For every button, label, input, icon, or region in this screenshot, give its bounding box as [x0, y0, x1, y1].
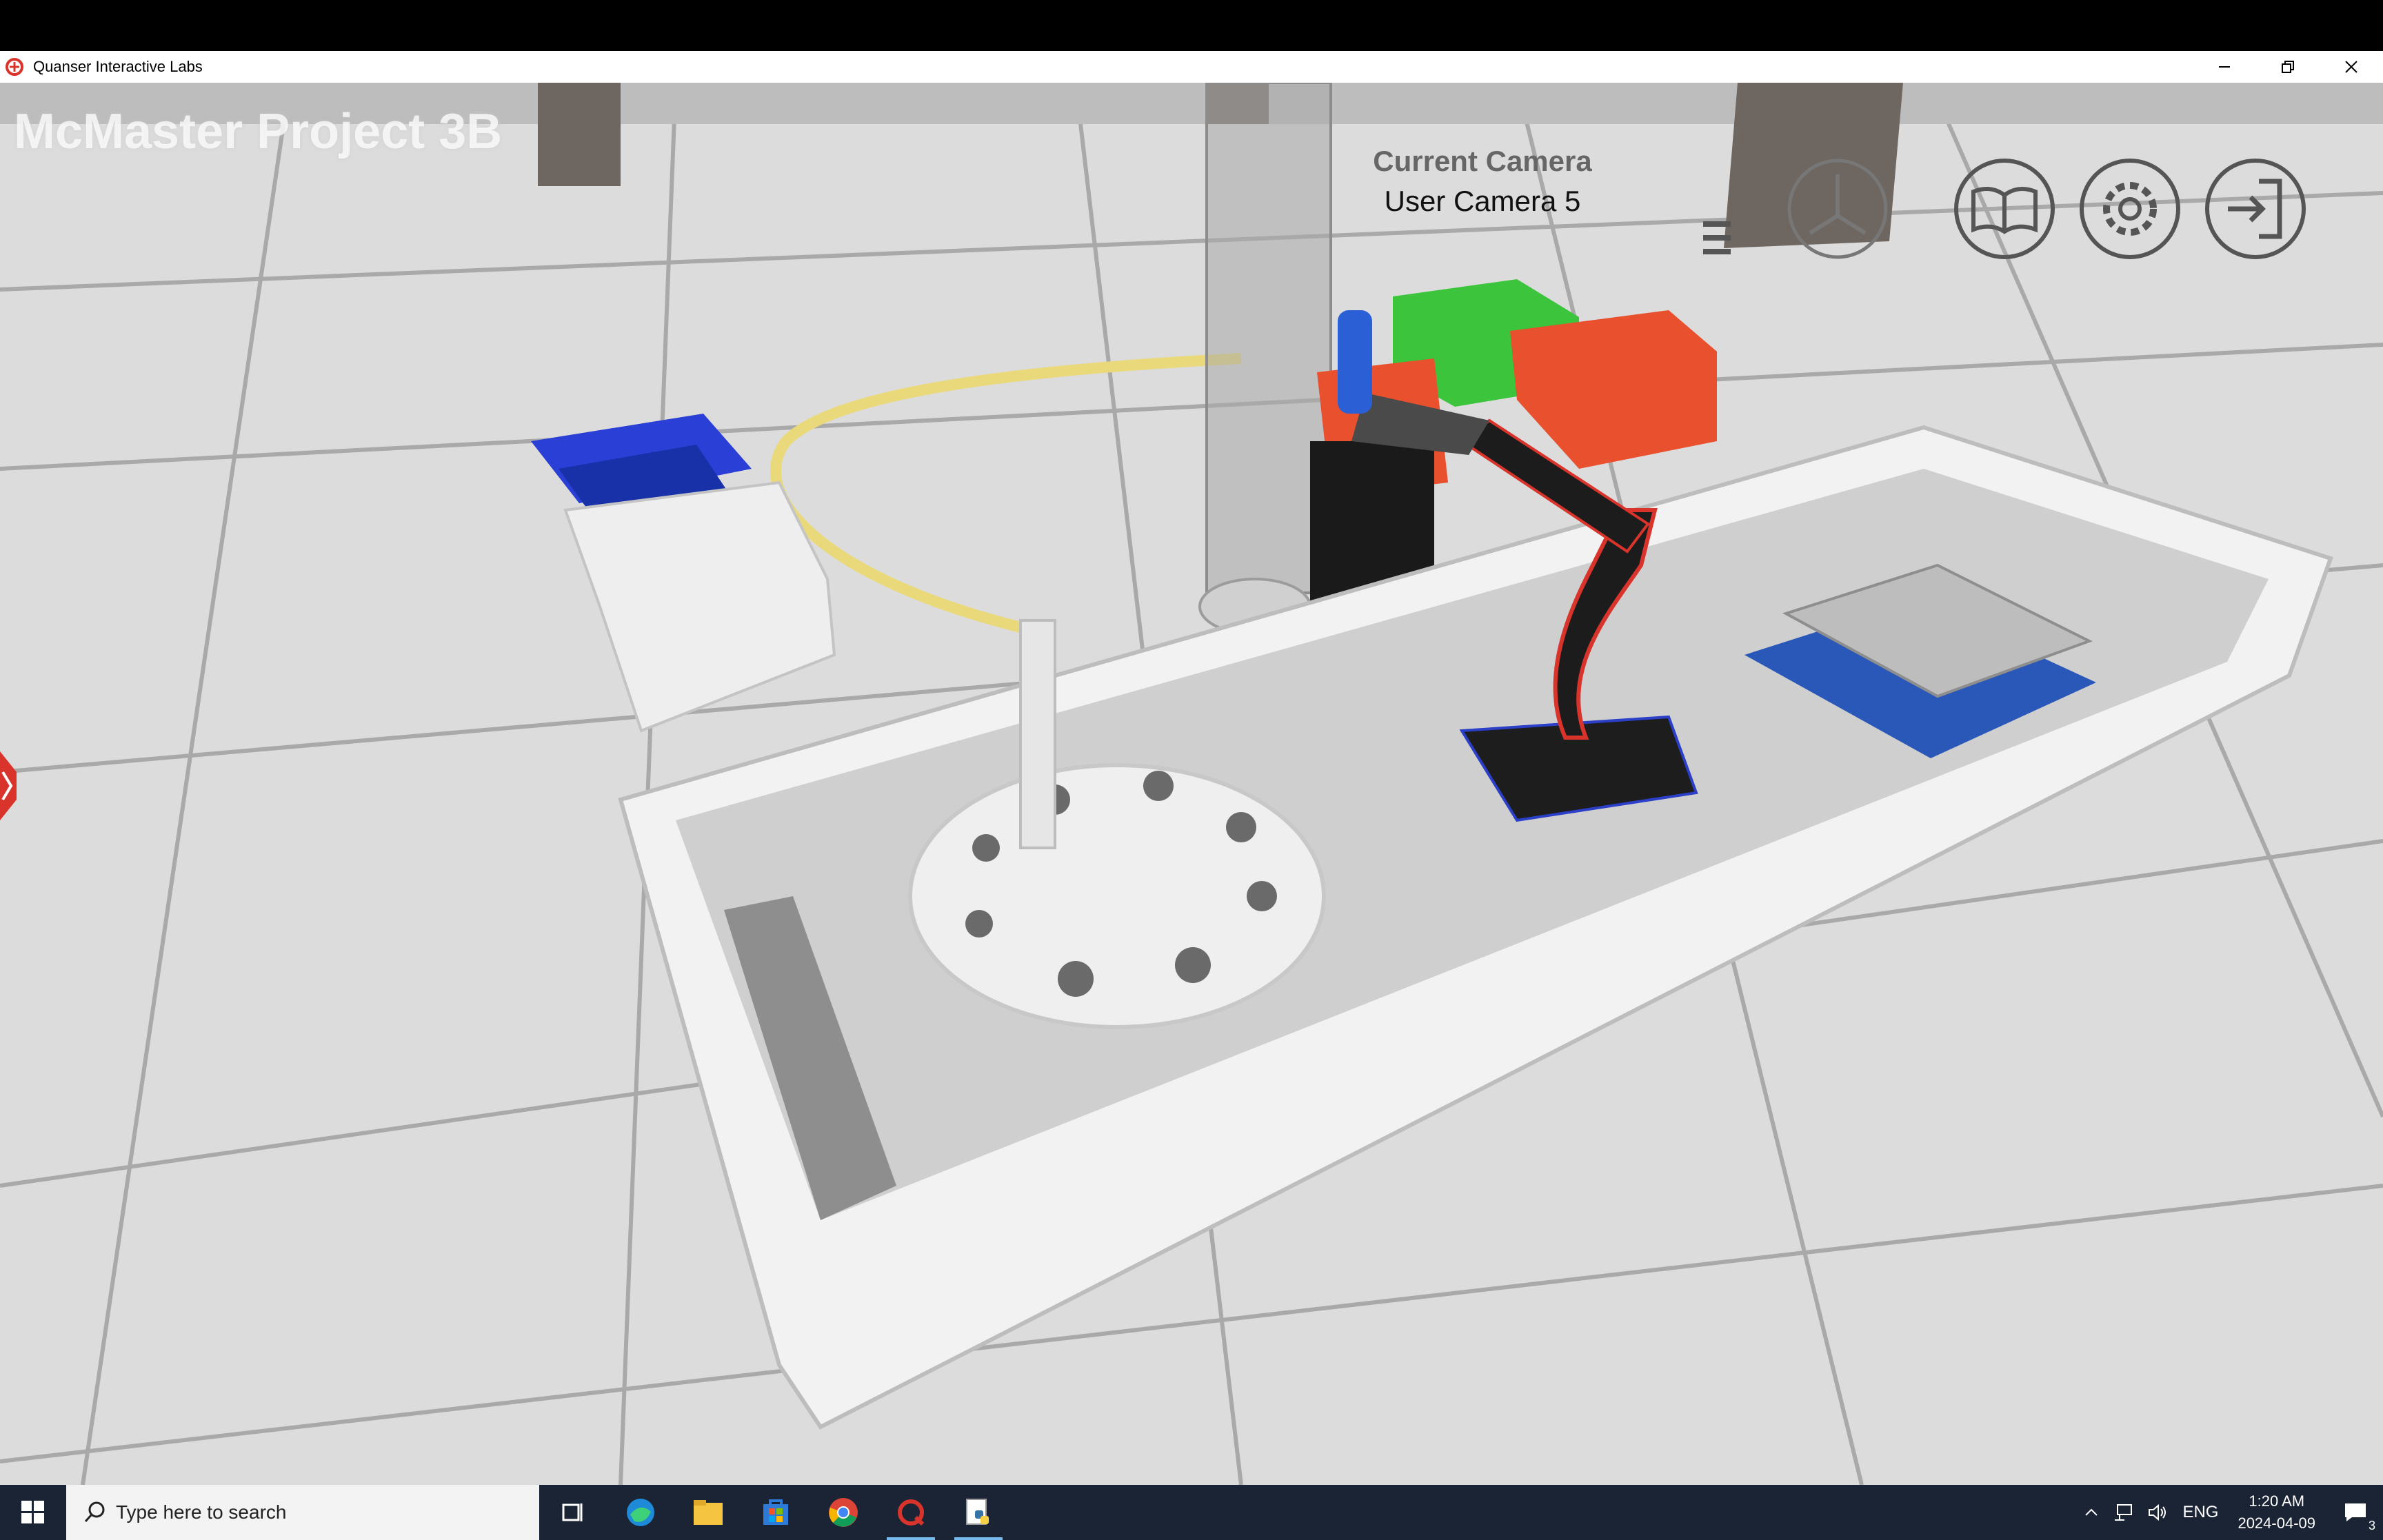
restore-button[interactable]: [2256, 51, 2320, 83]
file-explorer-button[interactable]: [674, 1485, 742, 1540]
close-icon: [2345, 61, 2357, 73]
gear-icon: [2080, 159, 2180, 259]
taskbar-search[interactable]: Type here to search: [66, 1485, 539, 1540]
volume-icon: [2149, 1503, 2166, 1521]
quanser-icon: [898, 1499, 925, 1526]
menu-icon: [1703, 221, 1731, 254]
axis-reset-button[interactable]: [1786, 157, 1889, 261]
book-icon: [1954, 159, 2055, 259]
task-view-icon: [562, 1503, 583, 1521]
search-placeholder: Type here to search: [116, 1501, 287, 1523]
camera-panel: Current Camera User Camera 5: [1338, 145, 1627, 218]
start-button[interactable]: [0, 1485, 66, 1540]
notification-icon: [2345, 1503, 2366, 1521]
system-tray: ENG 1:20 AM 2024-04-09 3: [2076, 1485, 2383, 1540]
manual-button[interactable]: [1953, 157, 2056, 261]
chrome-button[interactable]: [810, 1485, 877, 1540]
minimize-icon: [2219, 66, 2230, 68]
windows-taskbar: Type here to search ENG 1:20 AM 2024-04-…: [0, 1485, 2383, 1540]
clock-time: 1:20 AM: [2249, 1492, 2305, 1510]
store-button[interactable]: [742, 1485, 810, 1540]
clock-date: 2024-04-09: [2238, 1514, 2315, 1532]
top-black-bar: [0, 0, 2383, 51]
edge-icon: [627, 1499, 654, 1526]
settings-button[interactable]: [2078, 157, 2182, 261]
axis-reset-icon: [1787, 159, 1888, 259]
chevron-up-icon: [2085, 1508, 2098, 1516]
exit-icon: [2205, 159, 2306, 259]
camera-label: Current Camera: [1373, 145, 1592, 177]
edge-button[interactable]: [607, 1485, 674, 1540]
task-view-button[interactable]: [539, 1485, 607, 1540]
store-icon: [763, 1499, 788, 1525]
quanser-taskbar-button[interactable]: [877, 1485, 945, 1540]
network-button[interactable]: [2107, 1485, 2141, 1540]
exit-button[interactable]: [2204, 157, 2307, 261]
gripper-post: [1019, 619, 1056, 849]
windows-logo-icon: [21, 1501, 44, 1523]
water-bottle: [1338, 310, 1372, 414]
camera-value[interactable]: User Camera 5: [1338, 185, 1627, 218]
window-titlebar[interactable]: Quanser Interactive Labs: [0, 51, 2383, 83]
python-taskbar-button[interactable]: [945, 1485, 1012, 1540]
volume-button[interactable]: [2141, 1485, 2175, 1540]
search-icon: [84, 1501, 105, 1523]
notification-count: 3: [2366, 1519, 2377, 1533]
side-panel-toggle-icon[interactable]: [0, 744, 19, 827]
network-icon: [2115, 1504, 2133, 1521]
minimize-button[interactable]: [2193, 51, 2256, 83]
project-title: McMaster Project 3B: [14, 104, 503, 159]
close-button[interactable]: [2320, 51, 2383, 83]
language-indicator[interactable]: ENG: [2175, 1485, 2225, 1540]
tray-overflow-button[interactable]: [2076, 1485, 2107, 1540]
chrome-icon: [829, 1498, 858, 1527]
restore-icon: [2282, 61, 2294, 73]
quanser-logo-icon: [6, 58, 23, 76]
notification-center-button[interactable]: 3: [2328, 1485, 2383, 1540]
pillar: [538, 83, 621, 186]
window-title: Quanser Interactive Labs: [33, 58, 203, 75]
3d-viewport[interactable]: McMaster Project 3B Current Camera User …: [0, 83, 2383, 1485]
clock[interactable]: 1:20 AM 2024-04-09: [2225, 1490, 2328, 1534]
python-icon: [966, 1499, 989, 1525]
menu-button[interactable]: [1689, 190, 1744, 293]
scene-render: [0, 83, 2383, 1485]
file-explorer-icon: [694, 1500, 723, 1525]
